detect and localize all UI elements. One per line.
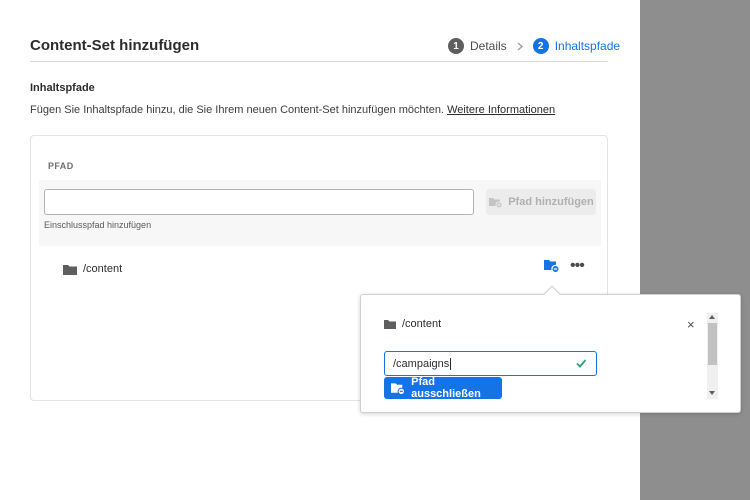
exclude-path-input[interactable]: /campaigns	[384, 351, 597, 376]
exclude-path-button[interactable]: Pfad ausschließen	[384, 376, 502, 400]
scroll-thumb[interactable]	[708, 323, 717, 365]
folder-icon	[384, 319, 396, 329]
table-row[interactable]: /content	[63, 260, 593, 278]
include-path-input[interactable]	[44, 189, 474, 215]
step-1-label[interactable]: Details	[470, 39, 507, 53]
add-path-area: Pfad hinzufügen Einschlusspfad hinzufüge…	[39, 180, 601, 246]
step-1-badge[interactable]: 1	[448, 38, 464, 54]
step-2-badge[interactable]: 2	[532, 38, 549, 54]
popover-scrollbar[interactable]	[707, 313, 718, 399]
exclude-path-button-label: Pfad ausschließen	[411, 376, 481, 400]
folder-icon	[63, 264, 77, 275]
section-description: Fügen Sie Inhaltspfade hinzu, die Sie Ih…	[30, 104, 555, 116]
exclude-path-popover: /content × /campaigns Pfad ausschließen	[360, 285, 741, 413]
popover-path-label: /content	[402, 318, 442, 330]
dialog-title: Content-Set hinzufügen	[30, 37, 200, 54]
step-2-label[interactable]: Inhaltspfade	[555, 39, 620, 53]
text-cursor	[450, 357, 452, 370]
scroll-up-icon[interactable]	[709, 315, 715, 319]
row-path-label: /content	[83, 263, 123, 275]
scroll-down-icon[interactable]	[709, 391, 715, 395]
row-actions: •••	[544, 258, 585, 274]
popover-path: /content	[384, 318, 441, 330]
exclude-folder-icon	[391, 382, 406, 395]
add-path-button-label: Pfad hinzufügen	[508, 196, 594, 208]
more-info-link[interactable]: Weitere Informationen	[447, 104, 555, 116]
close-icon[interactable]: ×	[687, 318, 695, 331]
more-icon[interactable]: •••	[570, 258, 585, 274]
exclude-path-input-value: /campaigns	[393, 357, 450, 370]
stepper: 1 Details 2 Inhaltspfade	[448, 37, 620, 55]
exclude-folder-icon[interactable]	[544, 259, 560, 273]
chevron-right-icon	[517, 42, 523, 51]
dialog: Content-Set hinzufügen 1 Details 2 Inhal…	[0, 0, 640, 500]
column-header-path: PFAD	[48, 161, 74, 171]
add-folder-icon	[489, 198, 503, 208]
header-divider	[30, 61, 608, 62]
description-text: Fügen Sie Inhaltspfade hinzu, die Sie Ih…	[30, 104, 444, 116]
include-path-help-text: Einschlusspfad hinzufügen	[44, 220, 152, 230]
background-overlay	[640, 0, 750, 500]
add-path-button[interactable]: Pfad hinzufügen	[486, 189, 596, 215]
checkmark-icon	[575, 357, 587, 369]
section-heading: Inhaltspfade	[30, 82, 95, 94]
